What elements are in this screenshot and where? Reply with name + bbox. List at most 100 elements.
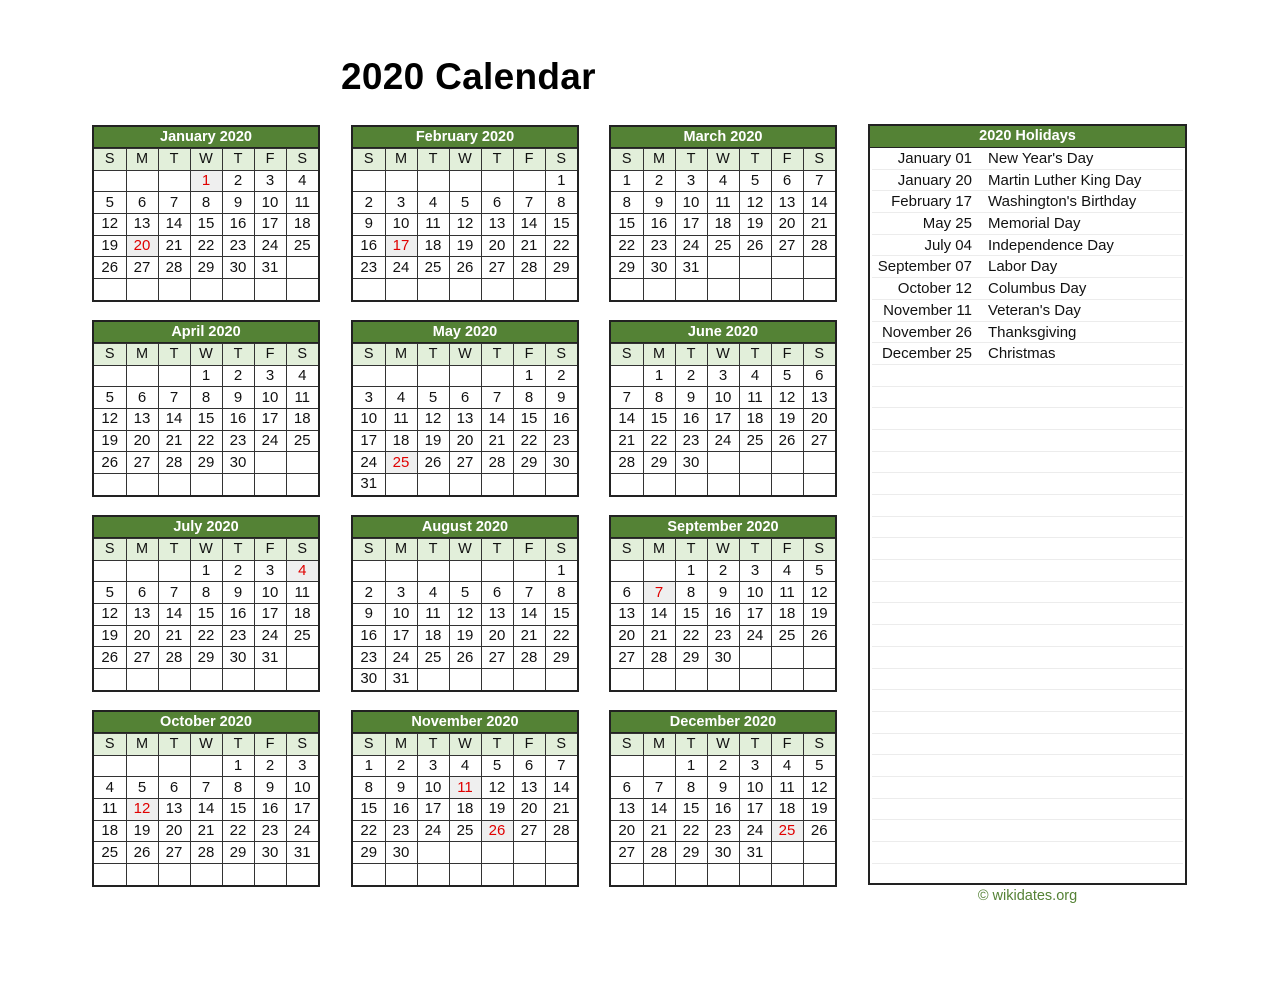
week-row: 12 (353, 364, 577, 388)
day-cell: 18 (285, 603, 318, 626)
day-cell: 26 (94, 646, 127, 670)
day-cell: 4 (285, 364, 318, 388)
empty-day-cell (738, 646, 772, 670)
day-cell: 10 (384, 213, 418, 236)
day-cell: 3 (384, 191, 418, 215)
day-cell: 27 (611, 841, 644, 865)
empty-day-cell (448, 841, 482, 865)
day-cell: 20 (611, 624, 644, 648)
day-cell: 13 (480, 603, 514, 626)
day-cell: 17 (738, 798, 772, 821)
day-cell: 16 (353, 624, 386, 648)
day-cell: 31 (285, 841, 318, 865)
day-cell: 18 (384, 429, 418, 453)
day-cell: 19 (94, 429, 127, 453)
empty-day-cell (802, 668, 835, 690)
empty-day-cell (480, 364, 514, 388)
day-cell: 21 (512, 234, 546, 258)
day-cell: 27 (125, 646, 159, 670)
weekday-label: W (706, 538, 740, 561)
day-cell: 29 (189, 451, 223, 475)
empty-day-cell (157, 559, 191, 583)
day-cell: 30 (253, 841, 287, 865)
day-cell: 2 (353, 581, 386, 605)
empty-day-cell (94, 559, 127, 583)
day-cell: 1 (674, 754, 708, 778)
empty-day-cell (642, 668, 676, 690)
day-cell: 6 (125, 191, 159, 215)
empty-day-cell (125, 668, 159, 690)
empty-day-cell (285, 256, 318, 280)
day-cell: 25 (416, 646, 450, 670)
day-cell: 18 (448, 798, 482, 821)
empty-day-cell (611, 754, 644, 778)
day-cell: 21 (544, 798, 577, 821)
empty-day-cell (285, 451, 318, 475)
day-cell: 3 (285, 754, 318, 778)
empty-day-cell (770, 473, 804, 495)
day-cell: 12 (802, 581, 835, 605)
month-calendar: February 2020 S M T W T F S 1 2 3 4 5 6 7 8 9 10 11 12 13 14 1… (351, 125, 579, 302)
empty-day-cell (285, 473, 318, 495)
day-cell: 31 (674, 256, 708, 280)
day-cell: 27 (512, 819, 546, 843)
day-cell: 13 (157, 798, 191, 821)
week-row: 30 31 (353, 668, 577, 690)
weekday-label: M (384, 733, 418, 756)
empty-day-cell (416, 169, 450, 193)
week-row: 17 18 19 20 21 22 23 (353, 429, 577, 453)
empty-day-cell (512, 169, 546, 193)
week-row: 3456789 (353, 386, 577, 410)
day-cell: 6 (125, 581, 159, 605)
holiday-blank-row (872, 603, 1183, 626)
day-cell: 6 (480, 581, 514, 605)
day-cell: 23 (353, 646, 386, 670)
day-cell: 14 (611, 408, 644, 431)
holiday-blank-row (872, 452, 1183, 474)
day-cell: 4 (94, 776, 127, 800)
empty-day-cell (384, 169, 418, 193)
empty-day-cell (480, 863, 514, 885)
week-row: 20 21 22 23 24 25 26 (611, 624, 835, 648)
weekday-label: S (802, 343, 835, 366)
empty-day-cell (416, 841, 450, 865)
week-row: 12345 (611, 754, 835, 778)
day-cell: 24 (738, 819, 772, 843)
weekday-label: S (544, 538, 577, 561)
day-cell: 28 (512, 256, 546, 280)
empty-day-cell (94, 754, 127, 778)
day-cell: 26 (448, 256, 482, 280)
day-cell: 1 (189, 364, 223, 388)
weekday-label: T (738, 148, 772, 171)
empty-day-cell (802, 863, 835, 885)
day-cell: 15 (189, 408, 223, 431)
empty-day-cell (221, 668, 255, 690)
weekday-label: M (642, 733, 676, 756)
week-row: 5 6 7 8 9 10 11 (94, 386, 318, 410)
day-cell: 9 (353, 603, 386, 626)
day-cell: 7 (157, 581, 191, 605)
holiday-day-cell: 12 (125, 798, 159, 821)
day-cell: 30 (706, 646, 740, 670)
day-cell: 20 (480, 624, 514, 648)
holiday-name: Thanksgiving (988, 323, 1077, 341)
holidays-panel: 2020 Holidays January 01 New Year's Day Ja… (868, 124, 1187, 885)
day-cell: 24 (285, 819, 318, 843)
day-cell: 5 (416, 386, 450, 410)
day-cell: 26 (738, 234, 772, 258)
weekday-label: M (384, 538, 418, 561)
weekday-label: F (770, 343, 804, 366)
day-cell: 1 (642, 364, 676, 388)
weekday-header-row: SMTWTFS (611, 538, 835, 561)
week-row: 13 14 15 16 17 18 19 (611, 798, 835, 821)
day-cell: 8 (544, 581, 577, 605)
day-cell: 17 (416, 798, 450, 821)
weekday-label: T (157, 148, 191, 171)
day-cell: 28 (802, 234, 835, 258)
week-row (611, 473, 835, 495)
empty-day-cell (770, 256, 804, 280)
day-cell: 30 (353, 668, 386, 690)
holiday-name: Washington's Birthday (988, 193, 1137, 211)
week-row: 123 (94, 754, 318, 778)
day-cell: 10 (253, 386, 287, 410)
